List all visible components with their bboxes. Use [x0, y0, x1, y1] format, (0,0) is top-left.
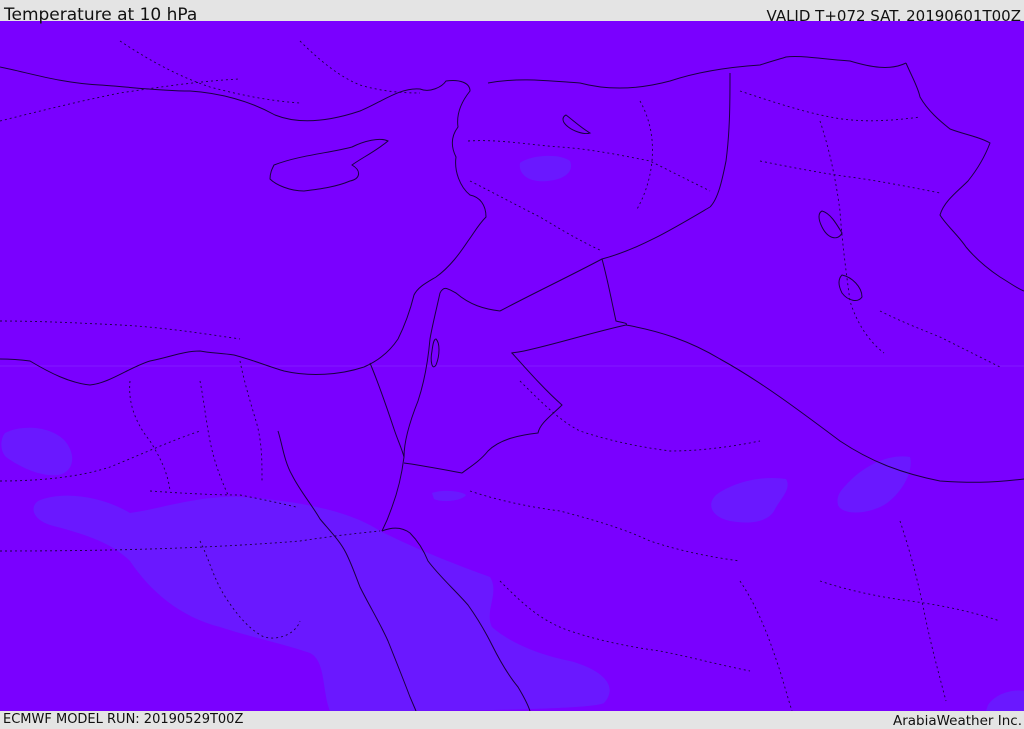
- map-svg: [0, 21, 1024, 711]
- valid-time: VALID T+072 SAT. 20190601T00Z: [766, 7, 1021, 25]
- model-run-label: ECMWF MODEL RUN: 20190529T00Z: [3, 712, 244, 727]
- credit-label: ArabiaWeather Inc.: [892, 713, 1022, 729]
- map-title: Temperature at 10 hPa: [4, 5, 198, 25]
- map-area[interactable]: [0, 21, 1024, 711]
- weather-map-frame: Temperature at 10 hPa VALID T+072 SAT. 2…: [0, 0, 1024, 729]
